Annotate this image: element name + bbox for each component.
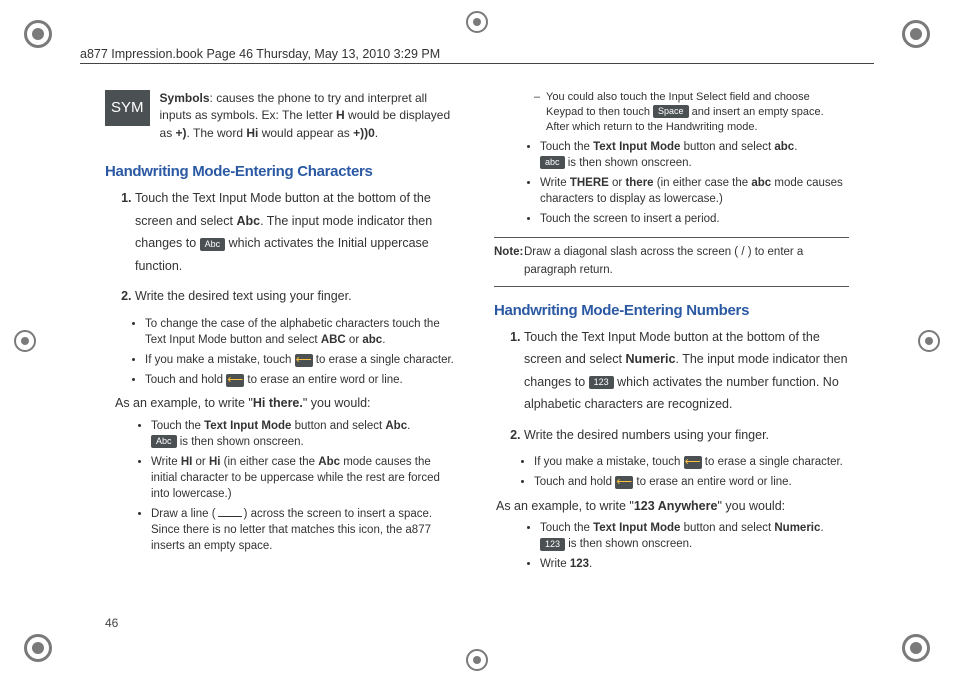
- registration-mark-icon: [466, 649, 488, 671]
- step: Touch the Text Input Mode button at the …: [135, 187, 460, 277]
- nums-example-intro: As an example, to write "123 Anywhere" y…: [496, 497, 849, 516]
- chars-example-intro: As an example, to write "Hi there." you …: [115, 394, 460, 413]
- blank-line-icon: [218, 516, 242, 517]
- step: Write the desired text using your finger…: [135, 285, 460, 308]
- content: SYM Symbols: causes the phone to try and…: [105, 90, 849, 622]
- abc-lower-chip-icon: abc: [540, 156, 565, 169]
- abc-chip-icon: Abc: [200, 238, 226, 251]
- registration-mark-icon: [466, 11, 488, 33]
- note-label: Note:: [494, 244, 523, 262]
- heading-characters: Handwriting Mode-Entering Characters: [105, 160, 460, 183]
- step: Write the desired numbers using your fin…: [524, 424, 849, 447]
- note-body: Draw a diagonal slash across the screen …: [494, 244, 849, 280]
- bullet: Write 123.: [540, 556, 849, 572]
- symbols-description: Symbols: causes the phone to try and int…: [160, 90, 460, 142]
- page-number: 46: [105, 616, 118, 630]
- bullet: Touch and hold ⟵ to erase an entire word…: [534, 474, 849, 490]
- backspace-icon: ⟵: [615, 476, 633, 489]
- numeric-chip-icon: 123: [589, 376, 614, 389]
- backspace-icon: ⟵: [226, 374, 244, 387]
- space-chip-icon: Space: [653, 105, 689, 118]
- nums-bullets: If you make a mistake, touch ⟵ to erase …: [494, 454, 849, 490]
- subbullet: You could also touch the Input Select fi…: [546, 90, 849, 135]
- page-header: a877 Impression.book Page 46 Thursday, M…: [80, 47, 874, 64]
- bullet: Write THERE or there (in either case the…: [540, 175, 849, 207]
- bullet: If you make a mistake, touch ⟵ to erase …: [145, 352, 460, 368]
- chars-steps: Touch the Text Input Mode button at the …: [105, 187, 460, 308]
- bullet: Touch the Text Input Mode button and sel…: [540, 139, 849, 171]
- bullet: Write HI or Hi (in either case the Abc m…: [151, 454, 460, 502]
- bullet: If you make a mistake, touch ⟵ to erase …: [534, 454, 849, 470]
- nums-steps: Touch the Text Input Mode button at the …: [494, 326, 849, 447]
- backspace-icon: ⟵: [684, 456, 702, 469]
- abc-chip-icon: Abc: [151, 435, 177, 448]
- bullet: Draw a line () across the screen to inse…: [151, 506, 460, 554]
- page: a877 Impression.book Page 46 Thursday, M…: [0, 0, 954, 682]
- chars-bullets: To change the case of the alphabetic cha…: [105, 316, 460, 388]
- registration-mark-icon: [24, 20, 52, 48]
- numeric-chip-icon: 123: [540, 538, 565, 551]
- symbols-block: SYM Symbols: causes the phone to try and…: [105, 90, 460, 142]
- bullet: Touch the Text Input Mode button and sel…: [151, 418, 460, 450]
- heading-numbers: Handwriting Mode-Entering Numbers: [494, 299, 849, 322]
- registration-mark-icon: [902, 20, 930, 48]
- chars-subbullets: You could also touch the Input Select fi…: [494, 90, 849, 135]
- registration-mark-icon: [918, 330, 940, 352]
- bullet: To change the case of the alphabetic cha…: [145, 316, 460, 348]
- sym-mode-chip: SYM: [105, 90, 150, 126]
- chars-example-bullets-cont: Touch the Text Input Mode button and sel…: [494, 139, 849, 227]
- registration-mark-icon: [24, 634, 52, 662]
- nums-example-bullets: Touch the Text Input Mode button and sel…: [494, 520, 849, 572]
- bullet: Touch and hold ⟵ to erase an entire word…: [145, 372, 460, 388]
- chars-example-bullets: Touch the Text Input Mode button and sel…: [105, 418, 460, 555]
- registration-mark-icon: [902, 634, 930, 662]
- note-block: Note: Draw a diagonal slash across the s…: [494, 237, 849, 287]
- bullet: Touch the screen to insert a period.: [540, 211, 849, 227]
- bullet: Touch the Text Input Mode button and sel…: [540, 520, 849, 552]
- backspace-icon: ⟵: [295, 354, 313, 367]
- step: Touch the Text Input Mode button at the …: [524, 326, 849, 416]
- registration-mark-icon: [14, 330, 36, 352]
